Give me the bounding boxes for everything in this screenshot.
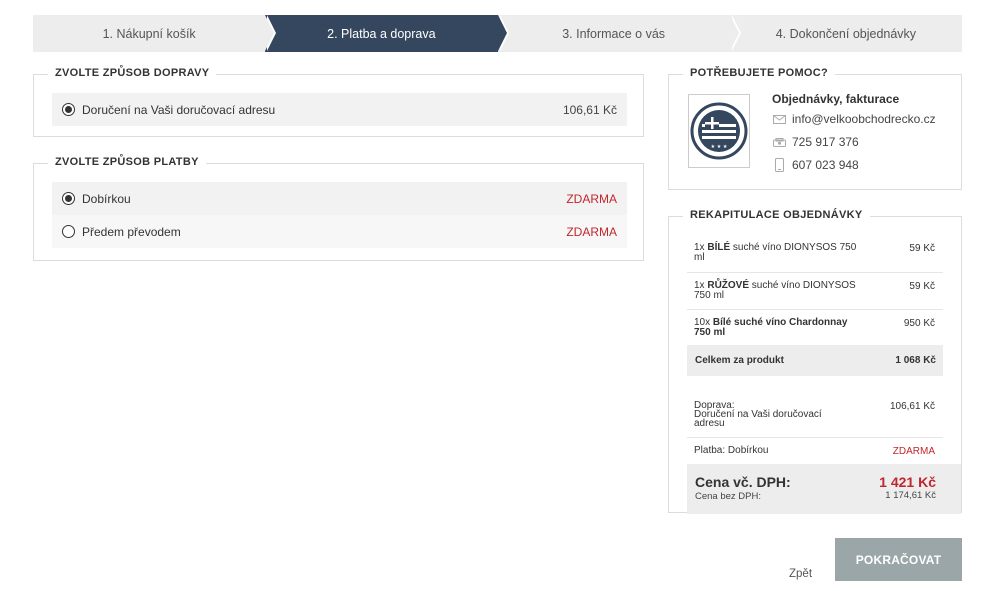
help-title: Objednávky, fakturace: [772, 92, 900, 106]
total-label: Cena vč. DPH:: [695, 474, 791, 490]
option-price: ZDARMA: [566, 224, 617, 239]
help-legend: POTŘEBUJETE POMOC?: [683, 67, 836, 79]
help-email[interactable]: info@velkoobchodrecko.cz: [772, 112, 936, 126]
help-box: POTŘEBUJETE POMOC? ★ ★ ★ Objednávky, fak…: [668, 67, 962, 190]
greek-flag-seal-icon: ★ ★ ★: [690, 102, 748, 160]
option-price: 106,61 Kč: [562, 102, 617, 117]
back-link[interactable]: Zpět: [789, 568, 812, 580]
envelope-icon: [772, 114, 786, 124]
step-label: 4. Dokončení objednávky: [775, 26, 917, 41]
payment-option-cod[interactable]: Dobírkou ZDARMA: [52, 182, 627, 215]
continue-button[interactable]: POKRAČOVAT: [835, 538, 962, 581]
payment-summary-label: Platba: Dobírkou: [694, 445, 769, 456]
option-label: Doručení na Vaši doručovací adresu: [82, 102, 276, 117]
final-total: Cena vč. DPH: Cena bez DPH: 1 421 Kč 1 1…: [687, 464, 961, 514]
item-price: 59 Kč: [909, 243, 935, 254]
shipping-option-address[interactable]: Doručení na Vaši doručovací adresu 106,6…: [52, 93, 627, 126]
step-cart[interactable]: 1. Nákupní košík: [33, 15, 277, 52]
phone-icon: [772, 137, 786, 147]
summary-legend: REKAPITULACE OBJEDNÁVKY: [683, 209, 870, 221]
mobile-icon: [772, 158, 786, 172]
shipping-summary-row: Doprava: Doručení na Vaši doručovací adre…: [687, 394, 943, 438]
radio-icon[interactable]: [62, 225, 75, 238]
payment-box: ZVOLTE ZPŮSOB PLATBY Dobírkou ZDARMA Pře…: [33, 156, 644, 261]
option-price: ZDARMA: [566, 191, 617, 206]
shipping-summary-price: 106,61 Kč: [889, 401, 935, 412]
item-name: 1x BÍLÉ suché víno DIONYSOS 750 ml: [694, 242, 857, 263]
summary-item: 1x BÍLÉ suché víno DIONYSOS 750 ml 59 Kč: [687, 235, 943, 273]
help-mobile[interactable]: 607 023 948: [772, 158, 859, 172]
step-label: 2. Platba a doprava: [327, 26, 436, 41]
company-logo: ★ ★ ★: [688, 94, 750, 168]
products-total-value: 1 068 Kč: [895, 355, 936, 366]
step-payment-shipping[interactable]: 2. Platba a doprava: [265, 15, 509, 52]
radio-icon[interactable]: [62, 103, 75, 116]
total-no-vat-price: 1 174,61 Kč: [885, 490, 936, 501]
step-label: 3. Informace o vás: [562, 26, 666, 41]
step-label: 1. Nákupní košík: [102, 26, 196, 41]
payment-summary-price: ZDARMA: [892, 446, 935, 457]
shipping-legend: ZVOLTE ZPŮSOB DOPRAVY: [48, 67, 217, 79]
item-name: 1x RŮŽOVÉ suché víno DIONYSOS 750 ml: [694, 280, 856, 301]
item-price: 59 Kč: [909, 281, 935, 292]
help-email-text: info@velkoobchodrecko.cz: [792, 112, 936, 126]
total-price: 1 421 Kč: [879, 474, 936, 490]
item-name: 10x Bílé suché víno Chardonnay 750 ml: [694, 317, 848, 338]
svg-text:★ ★ ★: ★ ★ ★: [711, 144, 728, 150]
item-price: 950 Kč: [903, 318, 935, 329]
summary-item: 10x Bílé suché víno Chardonnay 750 ml 95…: [687, 310, 943, 345]
option-label: Dobírkou: [82, 191, 131, 206]
payment-summary-row: Platba: Dobírkou ZDARMA: [687, 438, 943, 464]
shipping-box: ZVOLTE ZPŮSOB DOPRAVY Doručení na Vaši d…: [33, 67, 644, 137]
total-no-vat-label: Cena bez DPH:: [695, 491, 762, 502]
payment-legend: ZVOLTE ZPŮSOB PLATBY: [48, 156, 206, 168]
help-phone-text: 725 917 376: [792, 135, 859, 149]
radio-icon[interactable]: [62, 192, 75, 205]
summary-item: 1x RŮŽOVÉ suché víno DIONYSOS 750 ml 59 …: [687, 273, 943, 310]
help-phone[interactable]: 725 917 376: [772, 135, 859, 149]
option-label: Předem převodem: [82, 224, 181, 239]
shipping-summary-label: Doprava: Doručení na Vaši doručovací adre…: [694, 400, 822, 429]
checkout-steps: 1. Nákupní košík 2. Platba a doprava 3. …: [33, 15, 962, 52]
step-info[interactable]: 3. Informace o vás: [497, 15, 741, 52]
products-total-label: Celkem za produkt: [695, 355, 784, 366]
help-mobile-text: 607 023 948: [792, 158, 859, 172]
step-complete[interactable]: 4. Dokončení objednávky: [729, 15, 962, 52]
products-total-row: Celkem za produkt 1 068 Kč: [687, 345, 943, 376]
payment-option-transfer[interactable]: Předem převodem ZDARMA: [52, 215, 627, 248]
summary-box: REKAPITULACE OBJEDNÁVKY 1x BÍLÉ suché ví…: [668, 209, 962, 514]
